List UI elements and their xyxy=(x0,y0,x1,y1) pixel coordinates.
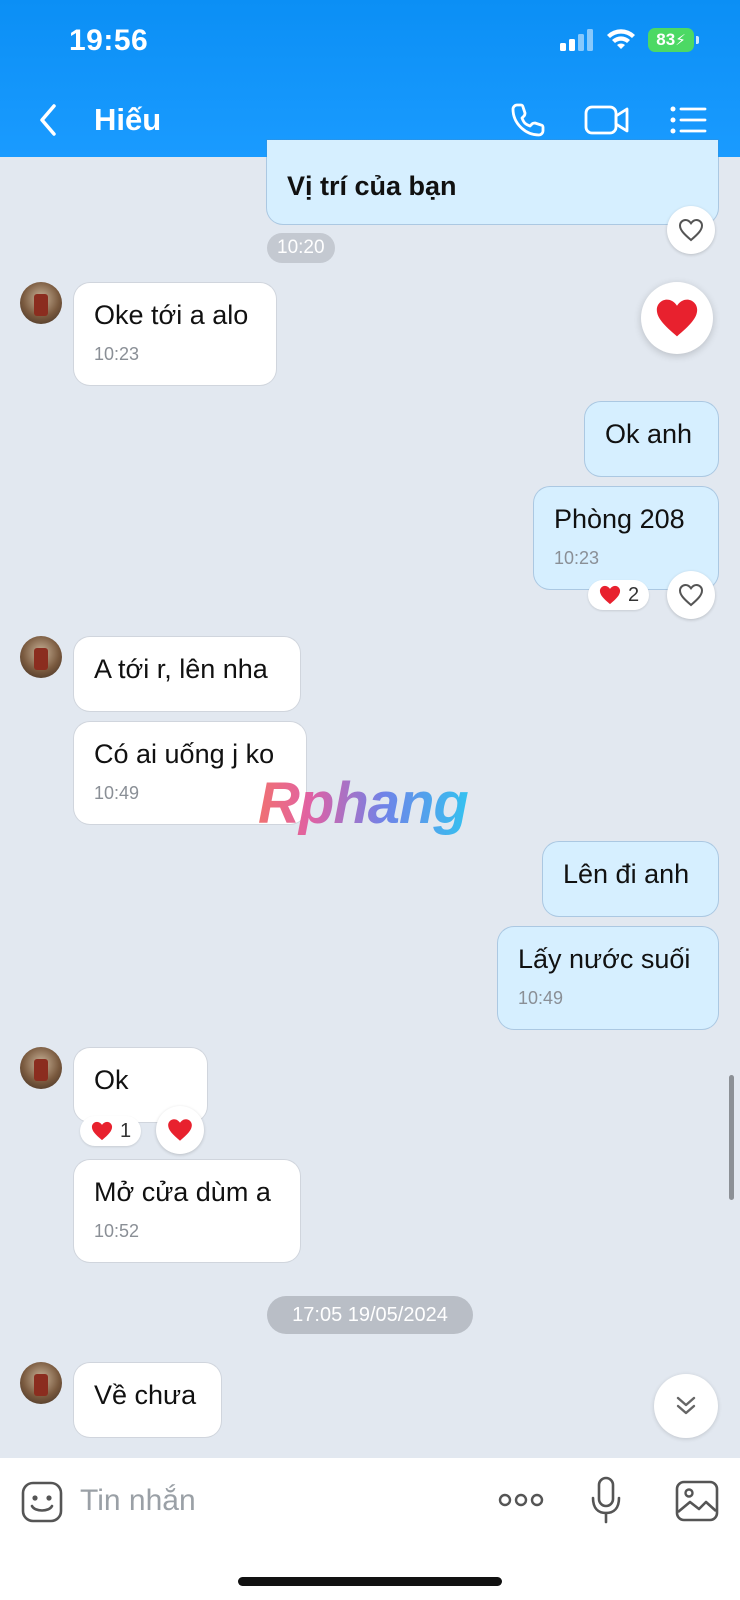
message-bubble-outgoing[interactable]: Ok anh xyxy=(585,402,718,476)
message-bubble-incoming[interactable]: Về chưa xyxy=(74,1363,221,1437)
scrollbar[interactable] xyxy=(729,1075,734,1200)
message-text: Vị trí của bạn xyxy=(287,171,457,201)
message-composer xyxy=(0,1458,740,1600)
message-input[interactable] xyxy=(80,1478,460,1524)
heart-icon xyxy=(168,1119,192,1141)
reaction-summary[interactable]: 2 xyxy=(588,580,650,610)
message-text: Mở cửa dùm a xyxy=(94,1177,271,1207)
message-text: Có ai uống j ko xyxy=(94,739,275,769)
heart-outline-icon xyxy=(678,583,704,607)
message-time: 10:52 xyxy=(94,1220,140,1241)
charging-bolt-icon: ⚡ xyxy=(675,32,686,49)
status-icons: 83 ⚡ xyxy=(560,28,699,52)
like-button[interactable] xyxy=(667,206,715,254)
sticker-emoji-icon[interactable] xyxy=(20,1480,64,1524)
reaction-count: 2 xyxy=(628,583,640,606)
avatar[interactable] xyxy=(20,1047,62,1089)
back-icon[interactable] xyxy=(34,100,64,140)
message-text: Về chưa xyxy=(94,1380,197,1410)
heart-icon xyxy=(656,299,698,337)
watermark-logo: Rphang xyxy=(258,771,469,836)
video-call-icon[interactable] xyxy=(584,100,630,140)
message-text: Lên đi anh xyxy=(563,859,690,889)
message-text: Phòng 208 xyxy=(554,504,685,534)
phone-icon[interactable] xyxy=(508,100,548,140)
microphone-icon[interactable] xyxy=(590,1476,622,1526)
message-text: A tới r, lên nha xyxy=(94,654,268,684)
message-text: Lấy nước suối xyxy=(518,944,691,974)
message-text: Oke tới a alo xyxy=(94,300,249,330)
wifi-icon xyxy=(607,29,635,49)
heart-reaction-button[interactable] xyxy=(641,282,713,354)
message-bubble-incoming[interactable]: A tới r, lên nha xyxy=(74,637,300,711)
like-button-active[interactable] xyxy=(156,1106,204,1154)
message-text: Ok xyxy=(94,1065,129,1095)
battery-indicator: 83 ⚡ xyxy=(648,28,699,52)
status-time: 19:56 xyxy=(69,24,149,57)
message-time: 10:23 xyxy=(554,547,600,568)
message-bubble-outgoing[interactable]: Lấy nước suối 10:49 xyxy=(498,927,718,1029)
message-bubble-outgoing[interactable]: Vị trí của bạn xyxy=(267,140,718,224)
heart-icon xyxy=(91,1121,113,1141)
double-chevron-down-icon xyxy=(676,1396,696,1415)
message-text: Ok anh xyxy=(605,419,693,449)
signal-icon xyxy=(560,29,593,51)
avatar[interactable] xyxy=(20,1362,62,1404)
message-bubble-incoming[interactable]: Oke tới a alo 10:23 xyxy=(74,283,276,385)
message-time: 10:20 xyxy=(267,233,335,263)
home-indicator xyxy=(238,1577,502,1586)
contact-name[interactable]: Hiếu xyxy=(94,102,161,138)
menu-list-icon[interactable] xyxy=(668,100,708,140)
heart-icon xyxy=(599,585,621,605)
date-separator: 17:05 19/05/2024 xyxy=(267,1296,473,1334)
avatar[interactable] xyxy=(20,282,62,324)
avatar[interactable] xyxy=(20,636,62,678)
heart-outline-icon xyxy=(678,218,704,242)
more-options-icon[interactable] xyxy=(498,1488,544,1512)
image-gallery-icon[interactable] xyxy=(675,1480,719,1522)
reaction-count: 1 xyxy=(120,1119,132,1142)
message-bubble-incoming[interactable]: Mở cửa dùm a 10:52 xyxy=(74,1160,300,1262)
reaction-summary[interactable]: 1 xyxy=(80,1116,142,1146)
message-time: 10:49 xyxy=(518,987,564,1008)
battery-level: 83 xyxy=(656,30,676,49)
message-time: 10:23 xyxy=(94,343,140,364)
scroll-to-bottom-button[interactable] xyxy=(654,1374,718,1438)
like-button[interactable] xyxy=(667,571,715,619)
message-bubble-outgoing[interactable]: Lên đi anh xyxy=(543,842,718,916)
chat-header: 19:56 83 ⚡ Hiếu xyxy=(0,0,740,157)
